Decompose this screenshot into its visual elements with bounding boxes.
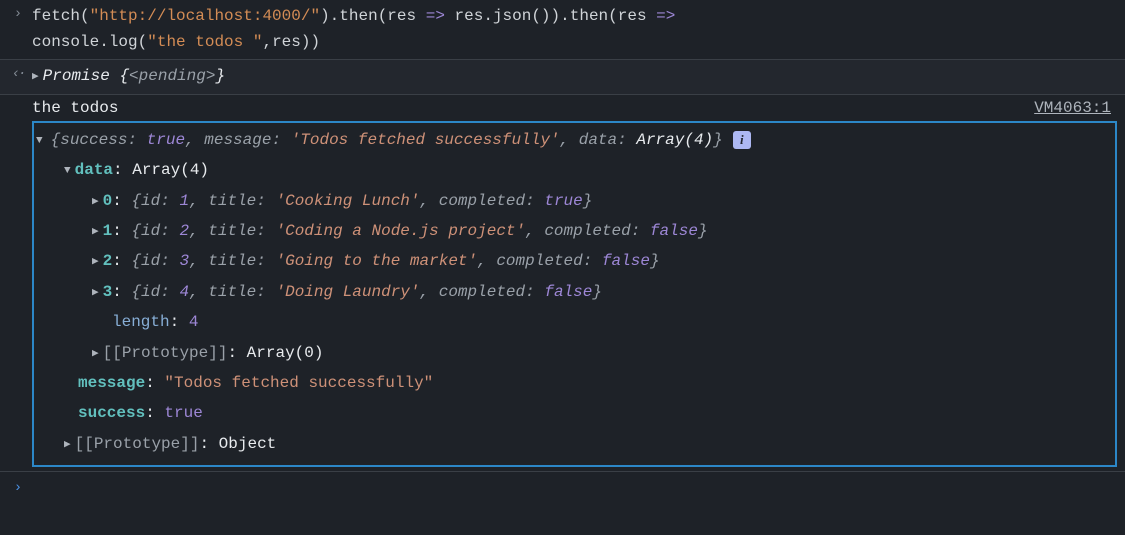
token-arrow: => <box>647 7 676 25</box>
property-message[interactable]: message: "Todos fetched successfully" <box>36 368 1109 398</box>
input-code[interactable]: fetch("http://localhost:4000/").then(res… <box>32 4 1117 55</box>
prop-value: Array(0) <box>247 344 324 362</box>
token-type: Array(4) <box>636 131 713 149</box>
token-key: success: <box>60 131 137 149</box>
token-string: 'Todos fetched successfully' <box>291 131 560 149</box>
token-key: message: <box>204 131 281 149</box>
expand-icon[interactable] <box>92 216 99 246</box>
token-fn: .then <box>560 7 608 25</box>
property-data[interactable]: data: Array(4) <box>36 155 1109 185</box>
console-prompt-row[interactable]: › <box>0 472 1125 502</box>
prop-value: true <box>164 404 202 422</box>
token-string: "http://localhost:4000/" <box>90 7 320 25</box>
prop-key: data <box>75 161 113 179</box>
token-punct: , <box>262 33 272 51</box>
array-index: 0 <box>103 192 113 210</box>
input-prompt-icon: › <box>4 4 32 22</box>
prop-type: Array(4) <box>132 161 209 179</box>
property-prototype-array[interactable]: [[Prototype]]: Array(0) <box>36 338 1109 368</box>
brace: { <box>119 67 129 85</box>
property-length[interactable]: length: 4 <box>36 307 1109 337</box>
object-summary[interactable]: {success: true, message: 'Todos fetched … <box>36 125 1109 155</box>
prop-value: Object <box>219 435 277 453</box>
collapse-icon[interactable] <box>36 125 43 155</box>
array-item[interactable]: 0: {id: 1, title: 'Cooking Lunch', compl… <box>36 186 1109 216</box>
array-index: 3 <box>103 283 113 301</box>
promise-state: <pending> <box>129 67 215 85</box>
prop-value: "Todos fetched successfully" <box>164 374 433 392</box>
token-bool: true <box>147 131 185 149</box>
expand-icon[interactable] <box>32 64 39 90</box>
token-param: res <box>618 7 647 25</box>
console-log-row: the todos VM4063:1 {success: true, messa… <box>0 95 1125 472</box>
array-item[interactable]: 2: {id: 3, title: 'Going to the market',… <box>36 246 1109 276</box>
token-param: res <box>387 7 416 25</box>
prop-key: [[Prototype]] <box>75 435 200 453</box>
sep: , <box>185 131 204 149</box>
expand-icon[interactable] <box>92 186 99 216</box>
property-success[interactable]: success: true <box>36 398 1109 428</box>
brace: { <box>51 131 61 149</box>
token-fn: res.json <box>455 7 532 25</box>
array-item[interactable]: 1: {id: 2, title: 'Coding a Node.js proj… <box>36 216 1109 246</box>
array-item[interactable]: 3: {id: 4, title: 'Doing Laundry', compl… <box>36 277 1109 307</box>
console-return-row: Promise {<pending>} <box>0 60 1125 95</box>
prop-key: length <box>112 313 170 331</box>
brace: } <box>215 67 225 85</box>
prop-value: 4 <box>189 313 199 331</box>
property-prototype-object[interactable]: [[Prototype]]: Object <box>36 429 1109 459</box>
token-key: data: <box>579 131 627 149</box>
prompt-icon: › <box>4 478 32 496</box>
sep: , <box>560 131 579 149</box>
object-inspector: {success: true, message: 'Todos fetched … <box>32 121 1117 467</box>
prop-key: message <box>78 374 145 392</box>
token-punct: ( <box>80 7 90 25</box>
brace: } <box>713 131 723 149</box>
token-arg: res <box>272 33 301 51</box>
return-value[interactable]: Promise {<pending>} <box>32 64 1117 90</box>
console-input-row: › fetch("http://localhost:4000/").then(r… <box>0 0 1125 60</box>
info-icon[interactable]: i <box>733 131 751 149</box>
token-punct: ) <box>320 7 330 25</box>
prop-key: success <box>78 404 145 422</box>
collapse-icon[interactable] <box>64 155 71 185</box>
gutter-empty <box>4 99 32 101</box>
array-index: 2 <box>103 252 113 270</box>
token-fn: console.log <box>32 33 138 51</box>
token-punct: )) <box>301 33 320 51</box>
prop-key: [[Prototype]] <box>103 344 228 362</box>
token-arrow: => <box>416 7 454 25</box>
expand-icon[interactable] <box>92 246 99 276</box>
expand-icon[interactable] <box>64 429 71 459</box>
token-fn: fetch <box>32 7 80 25</box>
expand-icon[interactable] <box>92 338 99 368</box>
promise-label: Promise <box>43 67 120 85</box>
source-link[interactable]: VM4063:1 <box>1034 99 1117 117</box>
token-string: "the todos " <box>147 33 262 51</box>
return-icon <box>4 64 32 82</box>
log-message-text: the todos <box>32 99 118 117</box>
array-index: 1 <box>103 222 113 240</box>
expand-icon[interactable] <box>92 277 99 307</box>
token-fn: .then <box>330 7 378 25</box>
